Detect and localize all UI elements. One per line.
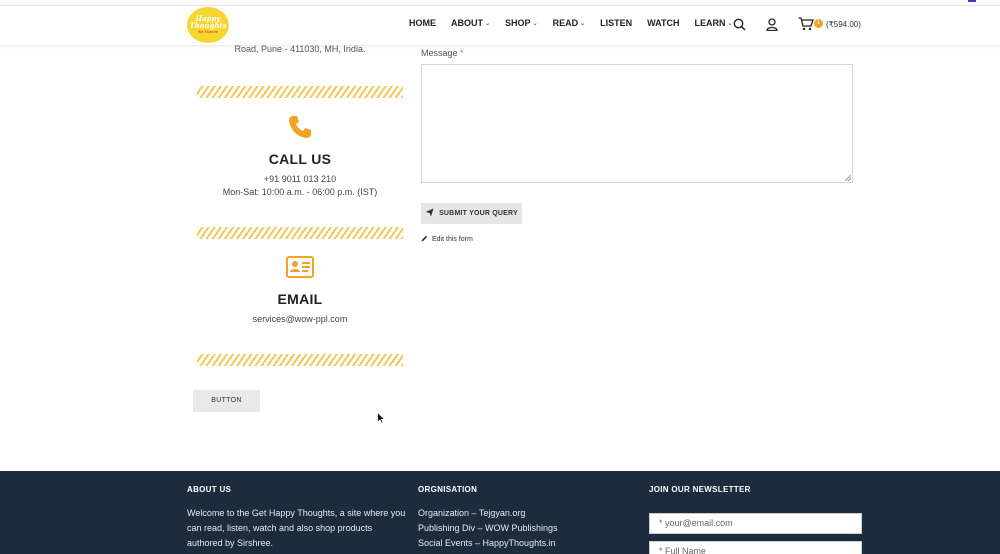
footer-about-text: Welcome to the Get Happy Thoughts, a sit… [187,508,406,548]
nav-item-read[interactable]: READ ⌄ [553,18,586,28]
required-mark: * [460,48,464,58]
chevron-down-icon: ⌄ [727,20,733,27]
nav-label: ABOUT [451,18,483,28]
pencil-icon [421,235,428,244]
divider-stripe [197,354,403,366]
main-nav: HOME ABOUT ⌄ SHOP ⌄ READ ⌄ LISTEN WATCH LEA… [409,18,748,28]
contact-card-icon [286,256,314,283]
call-us-title: CALL US [268,151,332,167]
message-label: Message * [421,48,464,58]
nav-item-learn[interactable]: LEARN ⌄ [694,18,732,28]
newsletter-name-input[interactable]: * Full Name [649,541,862,554]
footer-newsletter-heading: JOIN OUR NEWSLETTER [649,485,751,494]
site-header: Happy Thoughts We Nurture HOME ABOUT ⌄ SH… [0,6,1000,46]
phone-number: +91 9011 013 210 [263,174,337,184]
nav-item-home[interactable]: HOME [409,18,436,28]
mouse-cursor-icon [377,411,386,429]
chevron-down-icon: ⌄ [580,20,586,27]
footer-organisation: ORGNISATION Organization – Tejgyan.org P… [418,485,638,551]
footer-link-social-events[interactable]: Social Events – HappyThoughts.in [418,536,638,551]
nav-label: LEARN [694,18,726,28]
search-icon[interactable] [733,18,746,36]
email-title: EMAIL [277,291,323,307]
chevron-down-icon: ⌄ [532,20,538,27]
nav-item-about[interactable]: ABOUT ⌄ [451,18,490,28]
divider-stripe [197,86,403,98]
nav-item-listen[interactable]: LISTEN [600,18,632,28]
footer-about-heading: ABOUT US [187,485,232,494]
edit-form-label: Edit this form [432,236,473,243]
email-address[interactable]: services@wow-ppl.com [187,313,413,326]
nav-label: SHOP [505,18,531,28]
nav-label: READ [552,18,579,28]
footer-org-heading: ORGNISATION [418,485,478,494]
resize-handle[interactable] [845,175,851,181]
footer-newsletter: JOIN OUR NEWSLETTER [649,485,869,506]
email-block: EMAIL services@wow-ppl.com [187,256,413,326]
cart-total[interactable]: (₹594.00) [826,20,861,29]
footer-link-organization[interactable]: Organization – Tejgyan.org [418,506,638,521]
nav-label: WATCH [647,18,680,28]
nav-item-watch[interactable]: WATCH [647,18,679,28]
cart-icon[interactable] [798,17,814,36]
message-textarea[interactable] [421,64,853,183]
footer-link-publishing[interactable]: Publishing Div – WOW Publishings [418,521,638,536]
send-icon [425,208,434,219]
site-footer: ABOUT US Welcome to the Get Happy Though… [0,471,1000,554]
nav-label: HOME [409,18,436,28]
user-icon[interactable] [766,18,778,36]
newsletter-email-input[interactable]: * your@email.com [649,513,862,534]
office-hours: Mon-Sat: 10:00 a.m. - 06:00 p.m. (IST) [222,187,378,197]
address-text: Road, Pune - 411030, MH, India. [234,44,366,54]
edit-form-link[interactable]: Edit this form [421,235,473,244]
submit-label: SUBMIT YOUR QUERY [439,210,518,217]
message-label-text: Message [421,48,458,58]
call-us-block: CALL US +91 9011 013 210 Mon-Sat: 10:00 … [187,114,413,199]
nav-item-shop[interactable]: SHOP ⌄ [505,18,538,28]
site-logo[interactable]: Happy Thoughts We Nurture [187,7,229,43]
chevron-down-icon: ⌄ [485,20,491,27]
logo-line-2: Thoughts [189,21,227,30]
footer-about: ABOUT US Welcome to the Get Happy Though… [187,485,407,551]
logo-tagline: We Nurture [197,29,219,34]
top-strip-mark [968,0,976,2]
submit-query-button[interactable]: SUBMIT YOUR QUERY [421,203,522,224]
generic-button[interactable]: BUTTON [193,390,260,412]
phone-icon [287,114,313,145]
divider-stripe [197,227,403,239]
cart-count-badge: 1 [814,19,823,28]
nav-label: LISTEN [600,18,633,28]
